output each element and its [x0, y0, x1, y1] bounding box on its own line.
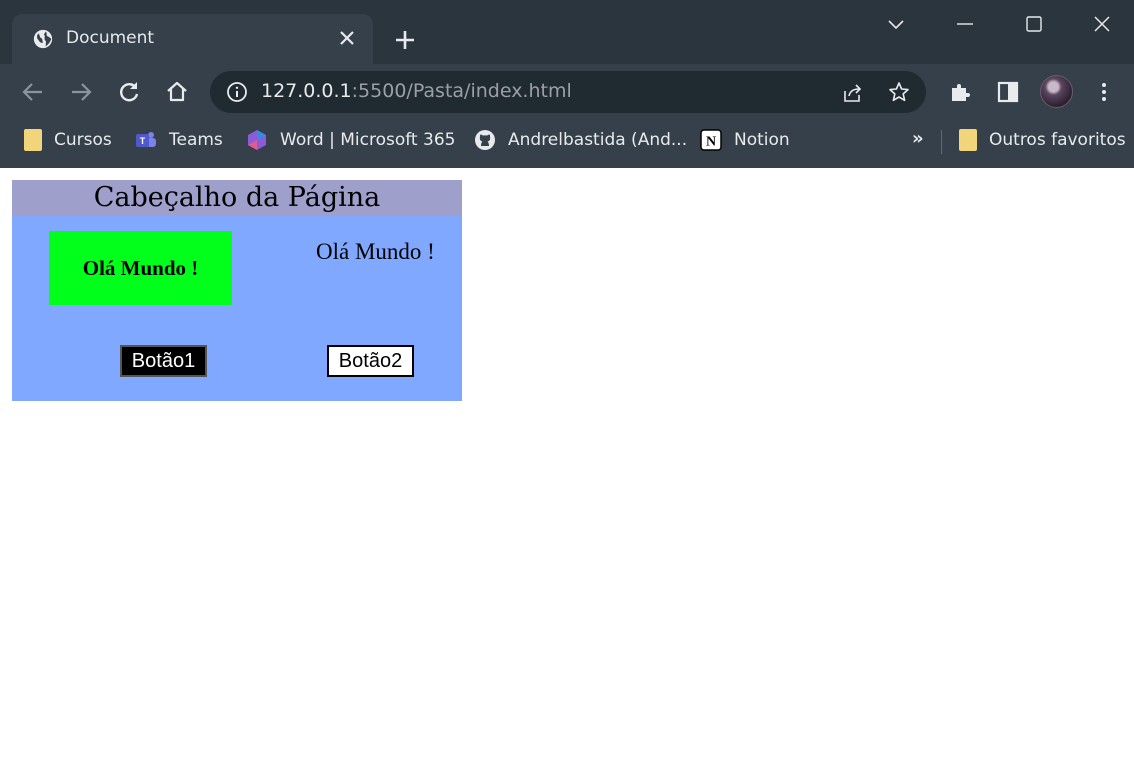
- address-bar[interactable]: 127.0.0.1:5500/Pasta/index.html: [210, 71, 926, 113]
- close-tab-icon[interactable]: [335, 26, 359, 50]
- home-icon[interactable]: [163, 78, 191, 106]
- minimize-icon[interactable]: [953, 12, 977, 36]
- bookmark-label: Andrelbastida (And...: [508, 130, 688, 150]
- close-window-icon[interactable]: [1090, 12, 1114, 36]
- bookmark-label: Outros favoritos: [989, 130, 1126, 150]
- url-text: 127.0.0.1:5500/Pasta/index.html: [261, 80, 572, 102]
- browser-chrome: Document 127.0.0.1:5500/Pasta/index.html…: [0, 0, 1134, 168]
- bookmarks-divider: [941, 130, 942, 154]
- globe-icon: [33, 29, 53, 49]
- green-box: Olá Mundo !: [49, 231, 232, 305]
- side-panel-icon[interactable]: [996, 80, 1020, 104]
- notion-icon: N: [700, 129, 722, 151]
- page-header: Cabeçalho da Página: [12, 180, 462, 216]
- folder-icon: [959, 129, 977, 151]
- back-arrow-icon[interactable]: [19, 78, 47, 106]
- url-path: :5500/Pasta/index.html: [351, 80, 572, 102]
- site-info-icon[interactable]: [226, 81, 248, 103]
- bookmark-label: Notion: [734, 130, 790, 150]
- bookmark-label: Word | Microsoft 365: [280, 130, 456, 150]
- title-bar: Document: [0, 0, 1134, 66]
- reload-icon[interactable]: [115, 78, 143, 106]
- bookmark-word-microsoft365[interactable]: Word | Microsoft 365: [246, 126, 455, 154]
- tab-document[interactable]: Document: [12, 14, 373, 66]
- toolbar: 127.0.0.1:5500/Pasta/index.html: [0, 64, 1134, 120]
- profile-avatar[interactable]: [1040, 75, 1073, 108]
- bookmark-notion[interactable]: N Notion: [700, 126, 790, 154]
- content-container: Cabeçalho da Página Olá Mundo ! Olá Mund…: [12, 180, 462, 401]
- bookmark-cursos[interactable]: Cursos: [24, 126, 112, 154]
- new-tab-icon[interactable]: [392, 27, 418, 53]
- svg-text:T: T: [140, 136, 146, 146]
- bookmarks-bar: Cursos T Teams Word | Microsoft 365 Andr…: [0, 120, 1134, 160]
- bookmarks-overflow-button[interactable]: »: [912, 128, 924, 149]
- bookmark-github[interactable]: Andrelbastida (And...: [474, 126, 687, 154]
- teams-icon: T: [136, 132, 156, 147]
- bookmark-label: Cursos: [54, 130, 112, 150]
- tab-search-chevron-icon[interactable]: [884, 12, 908, 36]
- page-viewport: Cabeçalho da Página Olá Mundo ! Olá Mund…: [0, 168, 1134, 759]
- bookmark-outros-favoritos[interactable]: Outros favoritos: [959, 126, 1126, 154]
- button-2[interactable]: Botão2: [327, 345, 414, 377]
- extensions-puzzle-icon[interactable]: [948, 80, 972, 104]
- bookmark-star-icon[interactable]: [887, 80, 911, 104]
- maximize-icon[interactable]: [1022, 12, 1046, 36]
- url-host: 127.0.0.1: [261, 80, 352, 102]
- menu-kebab-icon[interactable]: [1092, 80, 1116, 104]
- microsoft365-icon: [248, 130, 266, 150]
- bookmark-teams[interactable]: T Teams: [135, 126, 223, 154]
- bookmark-label: Teams: [169, 130, 223, 150]
- forward-arrow-icon[interactable]: [67, 78, 95, 106]
- github-icon: [475, 130, 495, 150]
- side-text: Olá Mundo !: [316, 239, 435, 264]
- folder-icon: [24, 129, 42, 151]
- tab-title: Document: [66, 28, 155, 48]
- share-icon[interactable]: [840, 81, 864, 105]
- button-1[interactable]: Botão1: [120, 345, 207, 377]
- svg-text:N: N: [706, 135, 716, 150]
